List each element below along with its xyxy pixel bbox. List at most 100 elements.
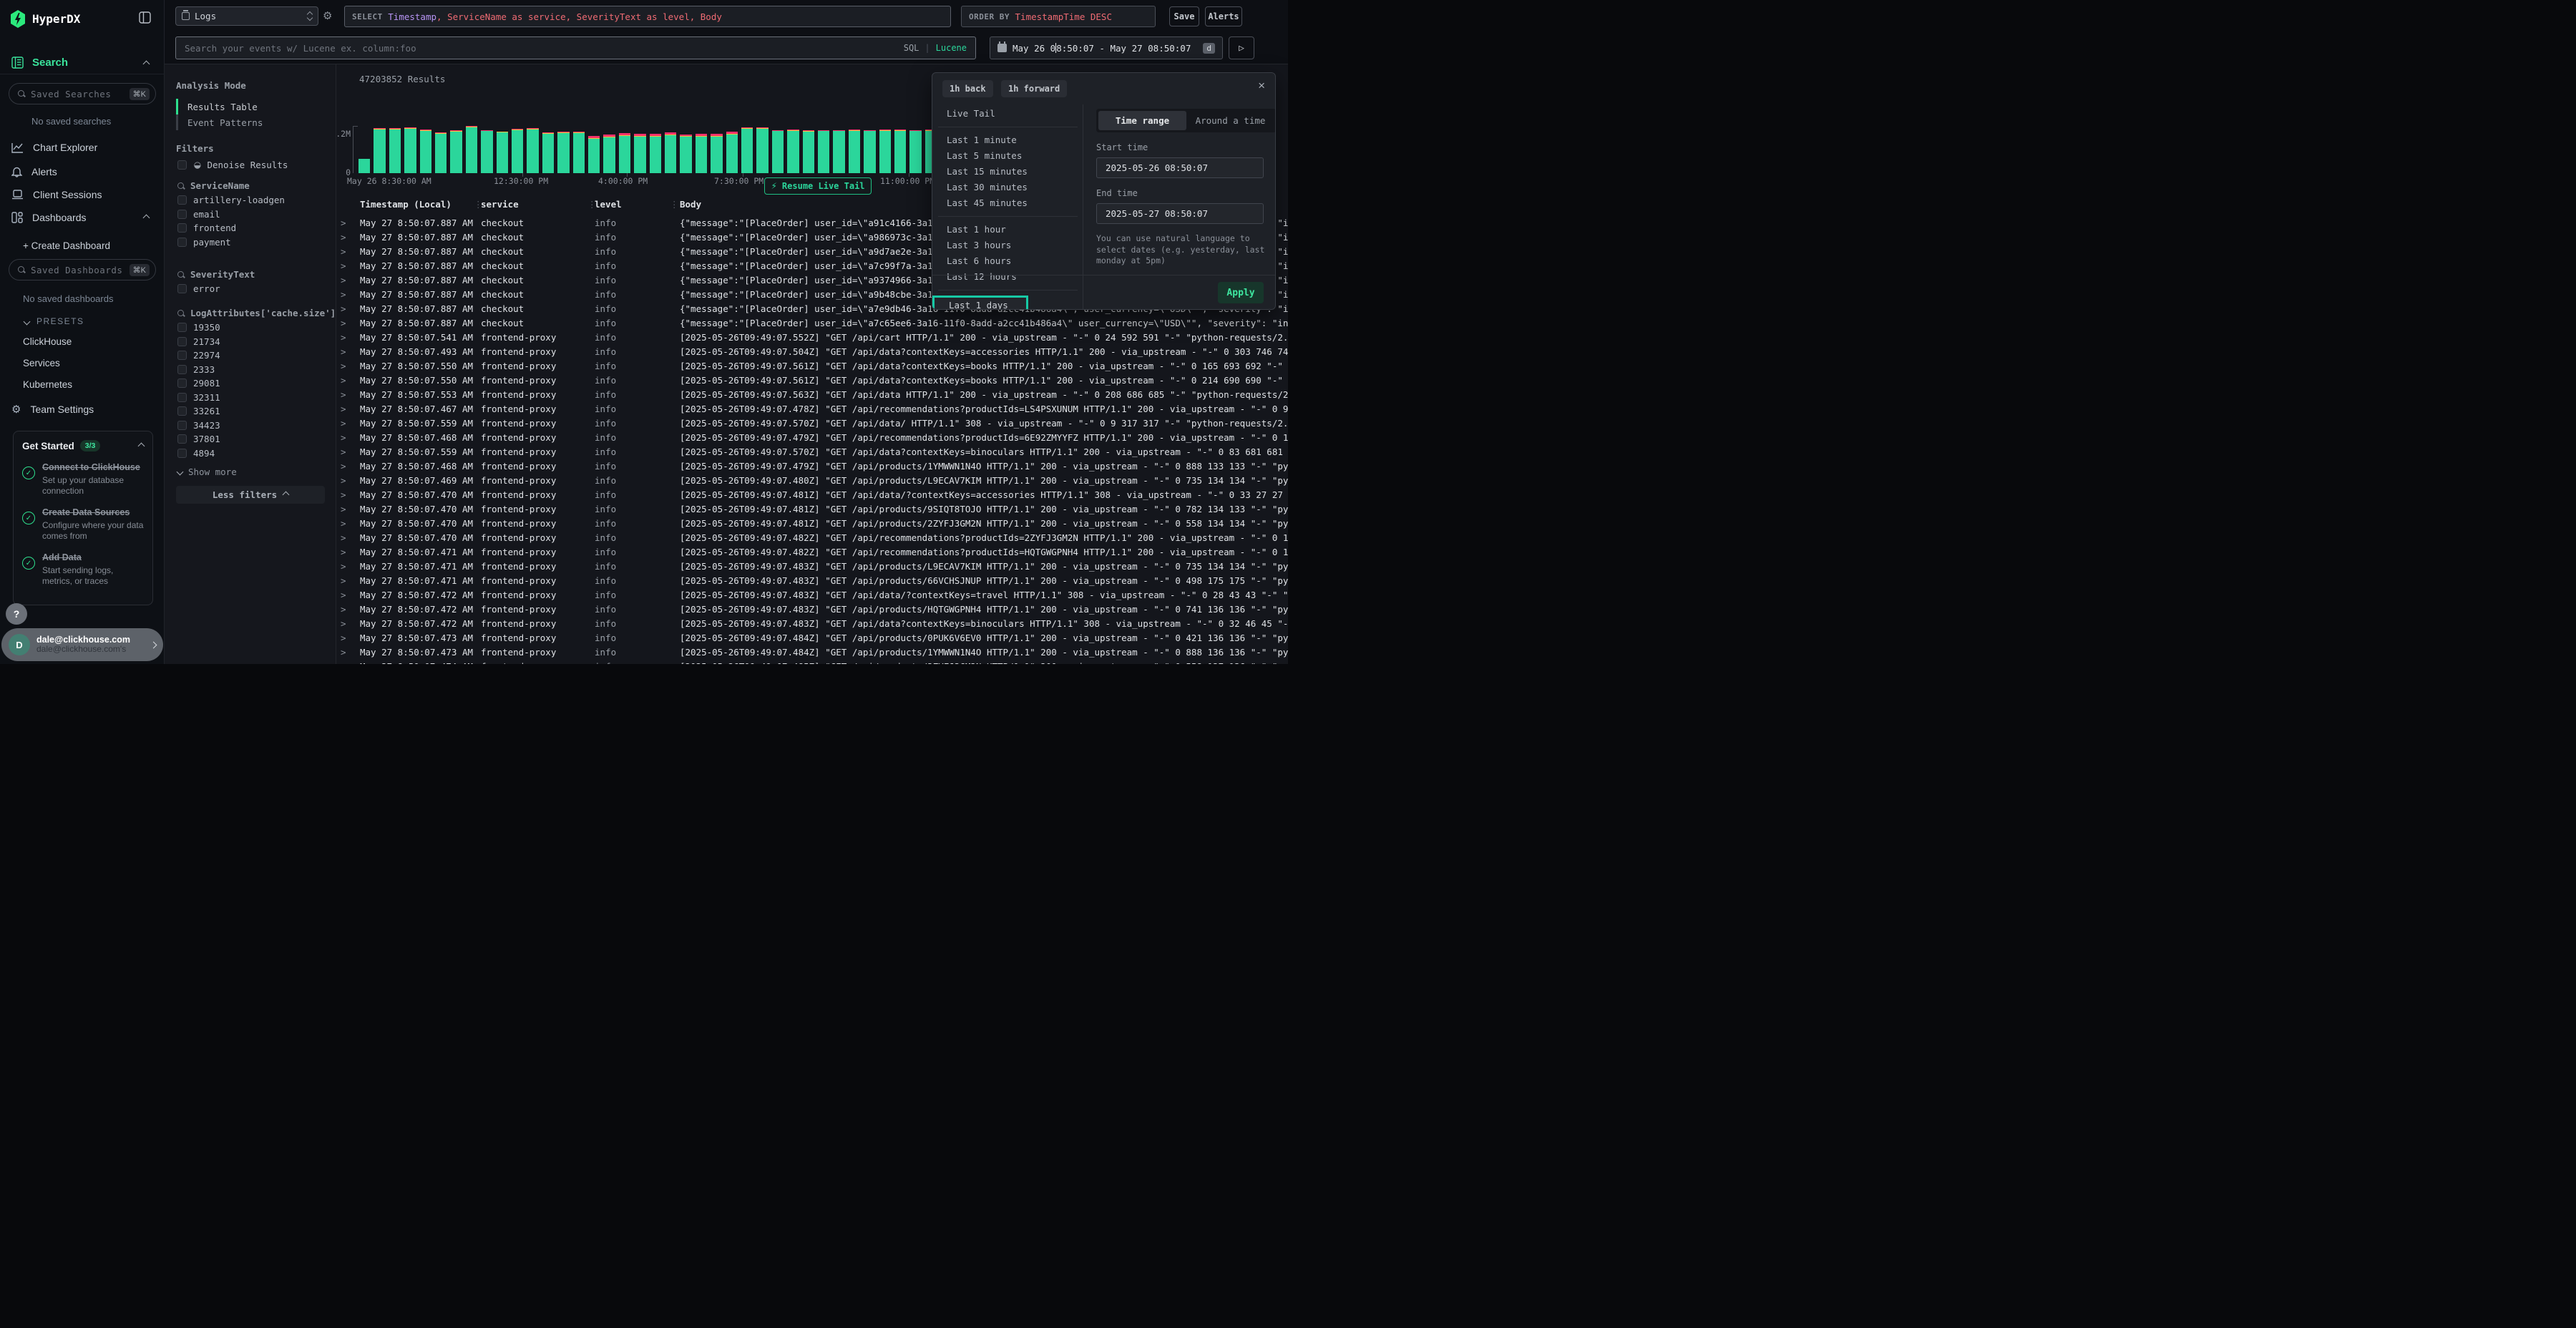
filter-value[interactable]: 21734: [177, 335, 220, 349]
col-body[interactable]: Body: [680, 199, 701, 210]
end-time-input[interactable]: 2025-05-27 08:50:07: [1096, 203, 1264, 224]
time-option-last-1-hour[interactable]: Last 1 hour: [932, 222, 1083, 238]
table-row[interactable]: >May 27 8:50:07.550 AMfrontend-proxyinfo…: [336, 374, 1288, 388]
tab-time-range[interactable]: Time range: [1098, 111, 1186, 130]
table-row[interactable]: >May 27 8:50:07.553 AMfrontend-proxyinfo…: [336, 388, 1288, 402]
table-row[interactable]: >May 27 8:50:07.469 AMfrontend-proxyinfo…: [336, 474, 1288, 488]
table-row[interactable]: >May 27 8:50:07.559 AMfrontend-proxyinfo…: [336, 416, 1288, 431]
search-input[interactable]: Search your events w/ Lucene ex. column:…: [175, 36, 976, 59]
histogram-bar[interactable]: [696, 134, 707, 173]
sidebar-item-alerts[interactable]: Alerts: [0, 163, 165, 180]
saved-searches-input[interactable]: Saved Searches ⌘K: [9, 83, 156, 104]
col-timestamp[interactable]: Timestamp (Local): [360, 199, 452, 210]
chevron-up-icon[interactable]: [138, 442, 145, 449]
checkbox[interactable]: [177, 393, 187, 402]
histogram-bar[interactable]: [358, 159, 370, 173]
chevron-up-icon[interactable]: [143, 214, 150, 221]
histogram-bar[interactable]: [527, 128, 538, 173]
resume-live-tail-button[interactable]: ⚡ Resume Live Tail: [764, 177, 872, 195]
histogram-bar[interactable]: [849, 130, 860, 173]
table-row[interactable]: >May 27 8:50:07.471 AMfrontend-proxyinfo…: [336, 560, 1288, 574]
filter-value[interactable]: 4894: [177, 446, 220, 461]
table-row[interactable]: >May 27 8:50:07.470 AMfrontend-proxyinfo…: [336, 531, 1288, 545]
histogram-bar[interactable]: [481, 130, 492, 173]
sidebar-item-team-settings[interactable]: ⚙ Team Settings: [0, 401, 165, 418]
checkbox[interactable]: [177, 379, 187, 388]
histogram-bar[interactable]: [711, 134, 722, 173]
filter-group-servicename[interactable]: ServiceName: [177, 180, 250, 191]
histogram-bar[interactable]: [665, 132, 676, 173]
saved-dashboards-input[interactable]: Saved Dashboards ⌘K: [9, 259, 156, 280]
histogram-bar[interactable]: [619, 133, 630, 173]
get-started-step[interactable]: ✓ Add DataStart sending logs, metrics, o…: [22, 551, 144, 587]
denoise-results-checkbox[interactable]: ◐ Denoise Results: [177, 160, 288, 170]
filter-value[interactable]: 34423: [177, 419, 220, 433]
table-row[interactable]: >May 27 8:50:07.471 AMfrontend-proxyinfo…: [336, 545, 1288, 560]
histogram-bar[interactable]: [650, 134, 661, 173]
table-row[interactable]: >May 27 8:50:07.472 AMfrontend-proxyinfo…: [336, 602, 1288, 617]
checkbox[interactable]: [177, 406, 187, 416]
user-menu[interactable]: D dale@clickhouse.com dale@clickhouse.co…: [1, 628, 163, 661]
checkbox[interactable]: [177, 223, 187, 233]
run-query-button[interactable]: ▷: [1229, 36, 1254, 59]
histogram-bar[interactable]: [389, 128, 401, 173]
checkbox[interactable]: [177, 337, 187, 346]
time-option-last-6-hours[interactable]: Last 6 hours: [932, 253, 1083, 269]
histogram-bar[interactable]: [818, 130, 829, 173]
checkbox[interactable]: [177, 449, 187, 458]
checkbox[interactable]: [177, 434, 187, 444]
histogram-bar[interactable]: [374, 128, 385, 173]
checkbox[interactable]: [177, 160, 187, 170]
table-row[interactable]: >May 27 8:50:07.473 AMfrontend-proxyinfo…: [336, 645, 1288, 660]
histogram-bar[interactable]: [603, 135, 615, 173]
sidebar-section-search[interactable]: Search: [0, 52, 165, 74]
histogram-bar[interactable]: [557, 132, 569, 173]
col-level[interactable]: level: [595, 199, 622, 210]
sidebar-item-dashboards[interactable]: Dashboards: [0, 209, 165, 226]
time-option-last-30-minutes[interactable]: Last 30 minutes: [932, 180, 1083, 195]
table-row[interactable]: >May 27 8:50:07.468 AMfrontend-proxyinfo…: [336, 431, 1288, 445]
preset-clickhouse[interactable]: ClickHouse: [23, 336, 72, 347]
preset-kubernetes[interactable]: Kubernetes: [23, 379, 72, 390]
histogram-bar[interactable]: [542, 132, 554, 173]
histogram-bar[interactable]: [864, 130, 875, 173]
date-range-input[interactable]: May 26 08:50:07 - May 27 08:50:07 d: [990, 36, 1223, 59]
table-row[interactable]: >May 27 8:50:07.887 AMcheckoutinfo{"mess…: [336, 316, 1288, 331]
alerts-button[interactable]: Alerts: [1205, 6, 1242, 26]
filter-value[interactable]: error: [177, 282, 220, 296]
histogram-bar[interactable]: [772, 130, 784, 173]
collapse-sidebar-icon[interactable]: [139, 11, 151, 27]
table-row[interactable]: >May 27 8:50:07.468 AMfrontend-proxyinfo…: [336, 459, 1288, 474]
histogram-bar[interactable]: [879, 130, 891, 173]
histogram-bar[interactable]: [420, 130, 431, 173]
checkbox[interactable]: [177, 365, 187, 374]
histogram-bar[interactable]: [435, 132, 447, 173]
sql-mode-toggle[interactable]: SQL: [904, 43, 919, 53]
time-option-last-3-hours[interactable]: Last 3 hours: [932, 238, 1083, 253]
presets-toggle[interactable]: PRESETS: [24, 316, 84, 326]
histogram-bar[interactable]: [634, 134, 645, 173]
histogram-bar[interactable]: [756, 127, 768, 173]
create-dashboard-button[interactable]: + Create Dashboard: [23, 240, 110, 251]
time-option-last-1-minute[interactable]: Last 1 minute: [932, 132, 1083, 148]
histogram-bar[interactable]: [573, 132, 585, 173]
filter-value[interactable]: payment: [177, 235, 285, 250]
checkbox[interactable]: [177, 351, 187, 360]
apply-button[interactable]: Apply: [1218, 282, 1264, 303]
checkbox[interactable]: [177, 284, 187, 293]
histogram-bar[interactable]: [404, 127, 416, 173]
histogram-bar[interactable]: [803, 130, 814, 173]
order-by-input[interactable]: ORDER BY TimestampTime DESC: [961, 6, 1156, 27]
sidebar-item-client-sessions[interactable]: Client Sessions: [0, 186, 165, 203]
table-row[interactable]: >May 27 8:50:07.470 AMfrontend-proxyinfo…: [336, 517, 1288, 531]
filter-value[interactable]: 19350: [177, 321, 220, 335]
table-row[interactable]: >May 27 8:50:07.470 AMfrontend-proxyinfo…: [336, 488, 1288, 502]
tab-around-a-time[interactable]: Around a time: [1186, 111, 1274, 130]
table-row[interactable]: >May 27 8:50:07.467 AMfrontend-proxyinfo…: [336, 402, 1288, 416]
table-row[interactable]: >May 27 8:50:07.473 AMfrontend-proxyinfo…: [336, 631, 1288, 645]
table-row[interactable]: >May 27 8:50:07.472 AMfrontend-proxyinfo…: [336, 588, 1288, 602]
lucene-mode-toggle[interactable]: Lucene: [936, 43, 967, 53]
checkbox[interactable]: [177, 421, 187, 430]
histogram-bar[interactable]: [726, 132, 738, 173]
filter-value[interactable]: 29081: [177, 376, 220, 391]
